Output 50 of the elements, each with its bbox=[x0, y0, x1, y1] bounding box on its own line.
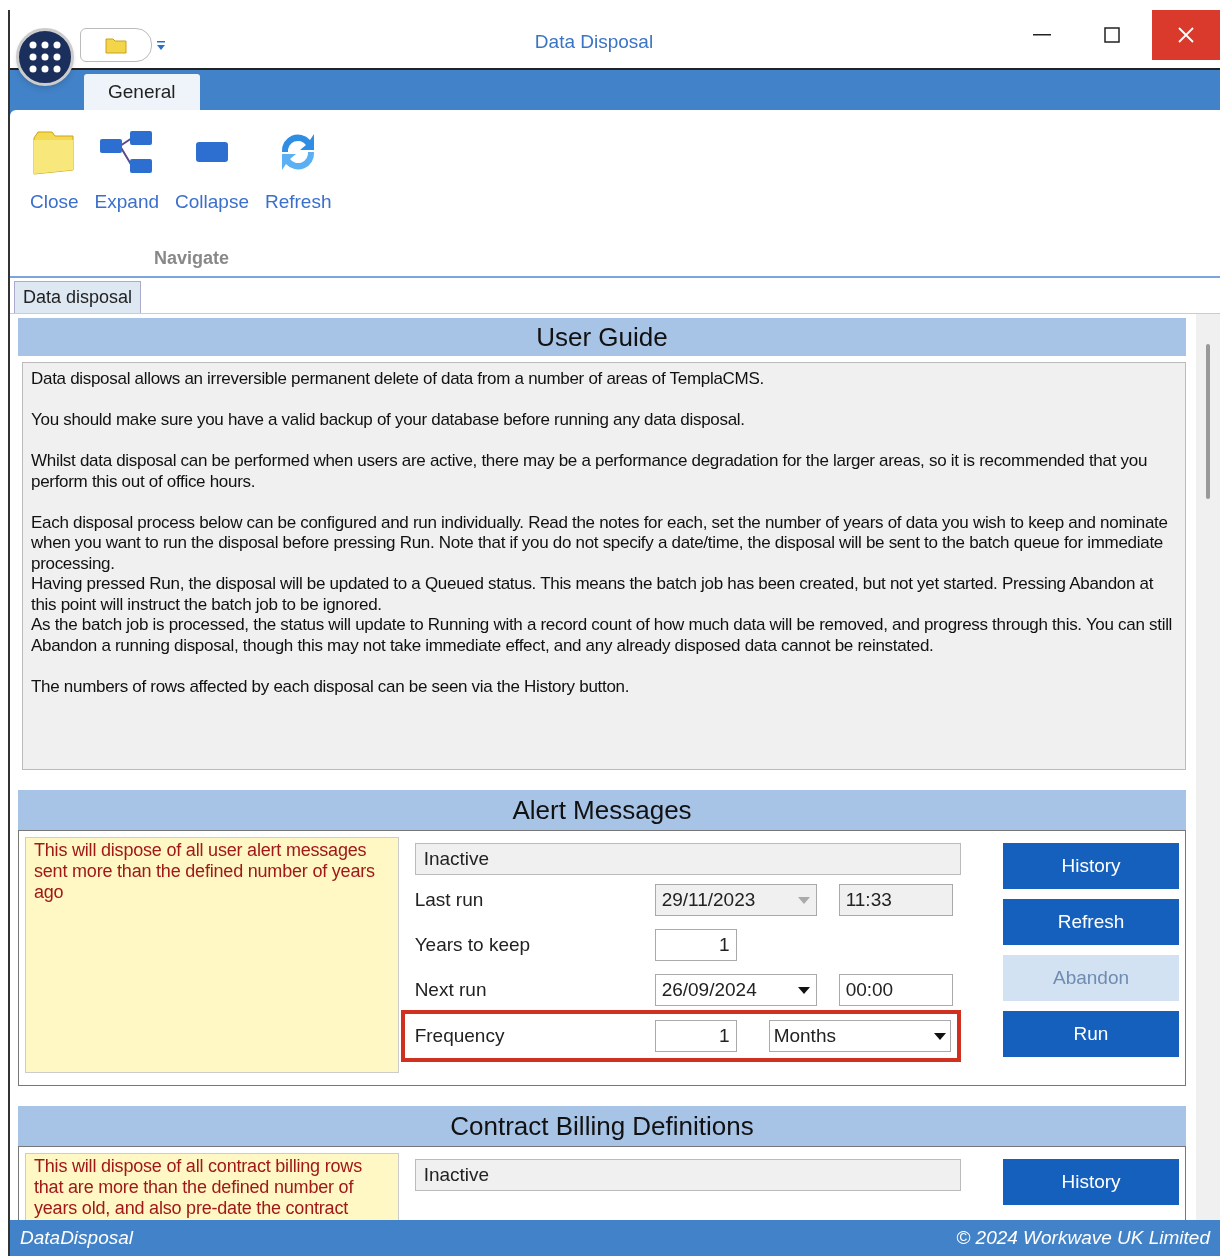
date-field[interactable]: 26/09/2024 bbox=[654, 974, 817, 1006]
close-button[interactable] bbox=[1152, 10, 1220, 60]
dropdown-icon bbox=[933, 1032, 946, 1040]
description-note: This will dispose of all contract billing rows that are more than the defined number of years old, and also pre-date the contract bbox=[25, 1153, 399, 1220]
field-label: Years to keep bbox=[414, 932, 532, 957]
status-field: Inactive bbox=[414, 843, 961, 875]
guide-paragraph: You should make sure you have a valid backup of your database before running any data disposal. bbox=[31, 410, 746, 431]
maximize-icon bbox=[1104, 27, 1120, 43]
ribbon-tab[interactable]: General bbox=[84, 74, 200, 110]
field-label: Next run bbox=[414, 977, 488, 1002]
number-field[interactable]: 1 bbox=[654, 929, 737, 961]
status-field: Inactive bbox=[414, 1159, 961, 1191]
rectangle-icon bbox=[195, 141, 229, 163]
action-button[interactable]: Refresh bbox=[1003, 899, 1179, 945]
minimize-icon bbox=[1033, 34, 1051, 36]
unit-dropdown[interactable]: Months bbox=[768, 1020, 951, 1052]
dropdown-icon bbox=[797, 896, 810, 904]
guide-paragraph: The numbers of rows affected by each disposal can be seen via the History button. bbox=[31, 676, 631, 697]
app-menu-button[interactable] bbox=[16, 28, 74, 86]
description-note: This will dispose of all user alert messages sent more than the defined number of years ago bbox=[25, 837, 399, 1073]
guide-paragraph: As the batch job is processed, the status will update to Running with a record count of how much data will be removed, and progress through this. You can still Abandon a running disposal, though this may not take immediate effect, and any already disposed data cannot be reinstated. bbox=[31, 615, 1174, 656]
action-button[interactable]: History bbox=[1003, 1159, 1179, 1205]
copyright-text: © 2024 Workwave UK Limited bbox=[956, 1225, 1210, 1250]
scrollbar[interactable] bbox=[1196, 314, 1220, 1220]
section-title: User Guide bbox=[536, 320, 668, 354]
grid-icon bbox=[28, 40, 62, 74]
ribbon-group-label: Navigate bbox=[154, 246, 231, 270]
action-button[interactable]: History bbox=[1003, 843, 1179, 889]
window-title: Data Disposal bbox=[534, 30, 654, 54]
ribbon-button[interactable]: Refresh bbox=[260, 122, 336, 217]
status-text: DataDisposal bbox=[20, 1225, 133, 1250]
ribbon-button[interactable]: Expand bbox=[90, 122, 164, 217]
guide-paragraph: Whilst data disposal can be performed when users are active, there may be a performance degradation for the larger areas, so it is recommended that you perform this out of office hours. bbox=[31, 451, 1149, 492]
section-title: Contract Billing Definitions bbox=[450, 1109, 754, 1143]
field-label: Frequency bbox=[414, 1023, 506, 1048]
dropdown-icon bbox=[797, 986, 810, 994]
folder-icon bbox=[104, 35, 128, 55]
time-field[interactable]: 00:00 bbox=[838, 974, 953, 1006]
document-tab[interactable]: Data disposal bbox=[14, 281, 142, 313]
guide-paragraph: Each disposal process below can be configured and run individually. Read the notes for each, set the number of years of data you wish to keep and nominate when you want to run the disposal before pressing Run. Note that if you do not specify a date/time, the disposal will be sent to the batch queue for immediate processing. bbox=[31, 512, 1169, 574]
close-icon bbox=[1177, 26, 1195, 44]
guide-paragraph: Having pressed Run, the disposal will be updated to a Queued status. This means the batch job has been created, but not yet started. Pressing Abandon at this point will instruct the batch job to be ignored. bbox=[31, 574, 1155, 615]
dropdown-icon[interactable] bbox=[156, 40, 166, 52]
section-title: Alert Messages bbox=[512, 793, 692, 827]
action-button[interactable]: Run bbox=[1003, 1011, 1179, 1057]
number-field[interactable]: 1 bbox=[654, 1020, 737, 1052]
ribbon-button[interactable]: Collapse bbox=[171, 122, 253, 217]
field-label: Last run bbox=[414, 887, 485, 912]
ribbon-button[interactable]: Close bbox=[26, 122, 83, 217]
guide-paragraph: Data disposal allows an irreversible permanent delete of data from a number of areas of TemplaCMS. bbox=[31, 369, 765, 390]
